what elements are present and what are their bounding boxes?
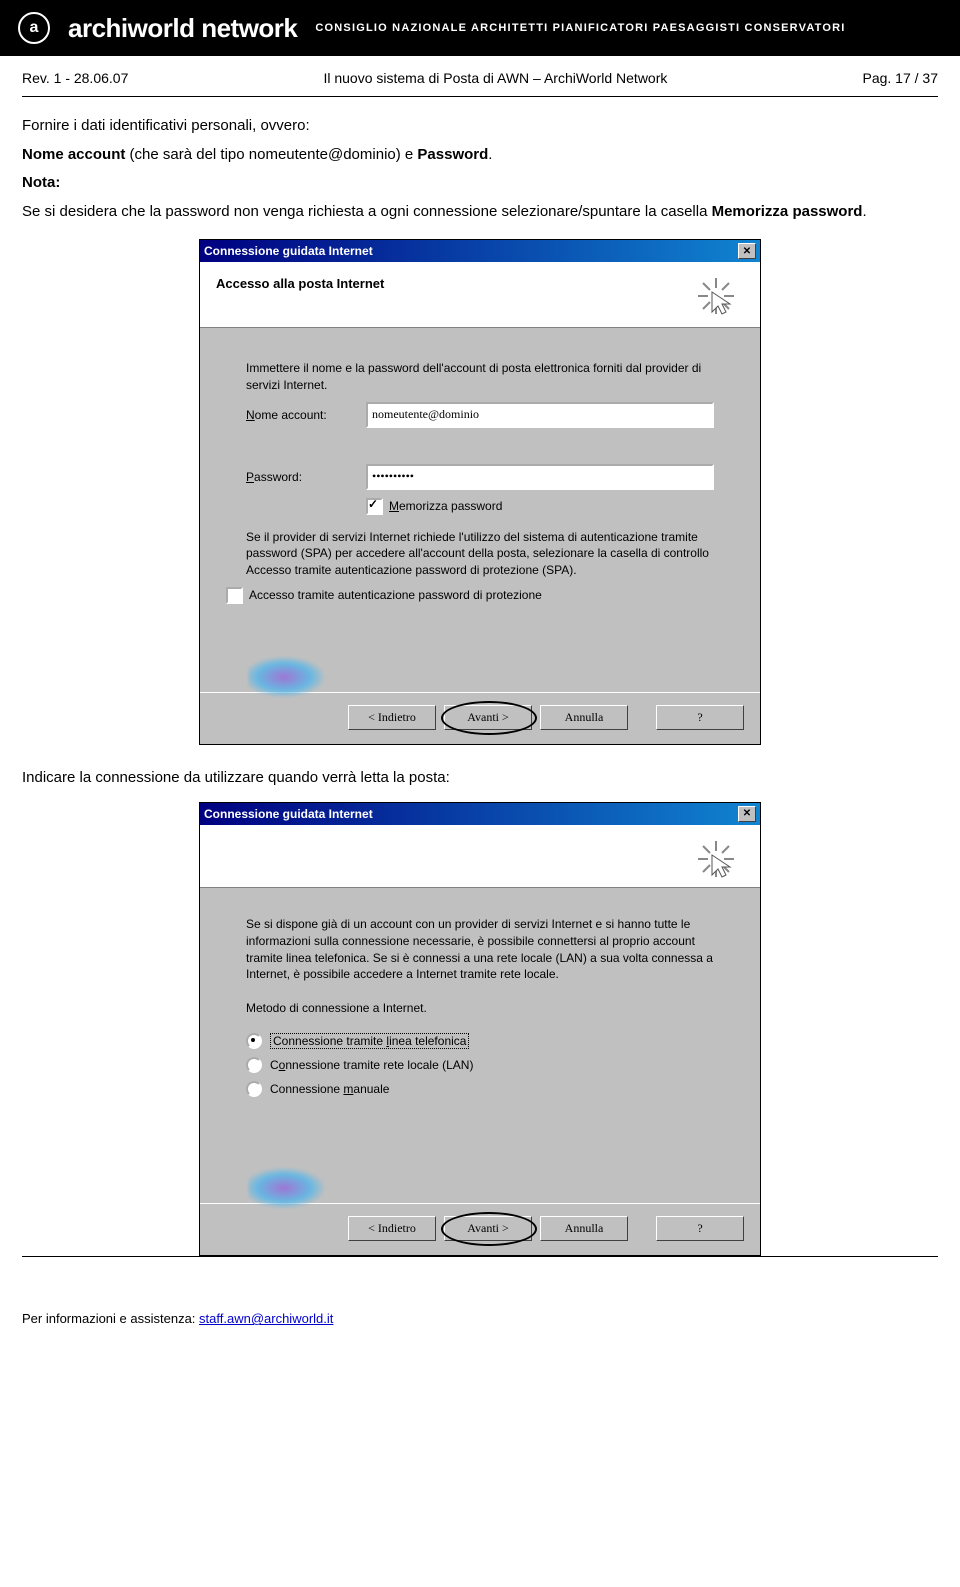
- password-row: Password:: [246, 464, 714, 490]
- close-button[interactable]: ✕: [738, 243, 756, 259]
- wizard-footer-2: < Indietro Avanti > Annulla ?: [200, 1203, 760, 1255]
- footer-email-link[interactable]: staff.awn@archiworld.it: [199, 1311, 333, 1326]
- note-body2: Memorizza password: [712, 203, 863, 220]
- method-label: Metodo di connessione a Internet.: [246, 1001, 714, 1015]
- intro-password-word: Password: [417, 146, 488, 163]
- spa-desc: Se il provider di servizi Internet richi…: [246, 529, 714, 579]
- remember-row: Memorizza password: [366, 498, 714, 515]
- option3-row: Connessione manuale: [246, 1081, 714, 1097]
- remember-checkbox[interactable]: [366, 498, 383, 515]
- logo-icon: a: [18, 12, 50, 44]
- intro-dot2: .: [862, 203, 866, 220]
- intro-line1: Fornire i dati identificativi personali,…: [22, 115, 938, 138]
- intro-account: Nome account: [22, 146, 125, 163]
- wizard-body-2: Se si dispone già di un account con un p…: [200, 888, 760, 1203]
- revision-text: Rev. 1 - 28.06.07: [22, 70, 128, 86]
- intro-dot1: .: [488, 146, 492, 163]
- dialog1-title: Connessione guidata Internet: [204, 244, 373, 258]
- wizard-dialog-1: Connessione guidata Internet ✕ Accesso a…: [199, 239, 761, 745]
- password-label: Password:: [246, 470, 366, 484]
- note-body: Se si desidera che la password non venga…: [22, 201, 938, 224]
- section2-text: Indicare la connessione da utilizzare qu…: [0, 769, 960, 786]
- intro-block: Fornire i dati identificativi personali,…: [0, 97, 960, 223]
- wizard-header-2: [200, 825, 760, 888]
- next-button[interactable]: Avanti >: [444, 705, 532, 730]
- wizard-header-1: Accesso alla posta Internet: [200, 262, 760, 328]
- radio-lan[interactable]: [246, 1057, 262, 1073]
- account-input[interactable]: [366, 402, 714, 428]
- remember-label: Memorizza password: [389, 499, 502, 513]
- step-title-1: Accesso alla posta Internet: [216, 276, 744, 291]
- account-row: Nome account:: [246, 402, 714, 428]
- wizard-body-1: Immettere il nome e la password dell'acc…: [200, 328, 760, 692]
- radio-phone[interactable]: [246, 1033, 262, 1049]
- close-button-2[interactable]: ✕: [738, 806, 756, 822]
- cancel-button-2[interactable]: Annulla: [540, 1216, 628, 1241]
- option1-label: Connessione tramite linea telefonica: [270, 1033, 469, 1049]
- top-banner: a archiworld network CONSIGLIO NAZIONALE…: [0, 0, 960, 56]
- page-number: Pag. 17 / 37: [862, 70, 938, 86]
- footer-divider: [22, 1256, 938, 1257]
- wizard-dialog-2: Connessione guidata Internet ✕ Se si dis…: [199, 802, 761, 1256]
- cursor-star-icon: [694, 274, 738, 318]
- dialog2-title: Connessione guidata Internet: [204, 807, 373, 821]
- footer-text: Per informazioni e assistenza:: [22, 1311, 199, 1326]
- doc-title: Il nuovo sistema di Posta di AWN – Archi…: [323, 70, 667, 86]
- dialog1-intro: Immettere il nome e la password dell'acc…: [246, 360, 714, 394]
- cursor-star-icon-2: [694, 837, 738, 881]
- option1-row: Connessione tramite linea telefonica: [246, 1033, 714, 1049]
- password-input[interactable]: [366, 464, 714, 490]
- account-label: Nome account:: [246, 408, 366, 422]
- dialog2-desc: Se si dispone già di un account con un p…: [246, 916, 714, 983]
- intro-line2: Nome account (che sarà del tipo nomeuten…: [22, 144, 938, 167]
- wizard-footer-1: < Indietro Avanti > Annulla ?: [200, 692, 760, 744]
- next-button-2-label: Avanti >: [467, 1221, 509, 1236]
- help-button[interactable]: ?: [656, 705, 744, 730]
- next-button-2[interactable]: Avanti >: [444, 1216, 532, 1241]
- help-button-2[interactable]: ?: [656, 1216, 744, 1241]
- page-footer: Per informazioni e assistenza: staff.awn…: [0, 1301, 960, 1342]
- option3-label: Connessione manuale: [270, 1082, 389, 1096]
- note-label: Nota:: [22, 174, 60, 191]
- back-button[interactable]: < Indietro: [348, 705, 436, 730]
- radio-manual[interactable]: [246, 1081, 262, 1097]
- spa-checkbox[interactable]: [226, 587, 243, 604]
- intro-line2b: (che sarà del tipo nomeutente@dominio) e: [125, 146, 417, 163]
- note-body1: Se si desidera che la password non venga…: [22, 203, 712, 220]
- option2-label: Connessione tramite rete locale (LAN): [270, 1058, 473, 1072]
- titlebar-1: Connessione guidata Internet ✕: [200, 240, 760, 262]
- titlebar-2: Connessione guidata Internet ✕: [200, 803, 760, 825]
- logo-text: archiworld network: [68, 13, 297, 44]
- option2-row: Connessione tramite rete locale (LAN): [246, 1057, 714, 1073]
- back-button-2[interactable]: < Indietro: [348, 1216, 436, 1241]
- banner-tagline: CONSIGLIO NAZIONALE ARCHITETTI PIANIFICA…: [315, 22, 845, 34]
- next-button-label: Avanti >: [467, 710, 509, 725]
- page-header: Rev. 1 - 28.06.07 Il nuovo sistema di Po…: [22, 56, 938, 97]
- spa-check-label: Accesso tramite autenticazione password …: [249, 588, 542, 602]
- cancel-button[interactable]: Annulla: [540, 705, 628, 730]
